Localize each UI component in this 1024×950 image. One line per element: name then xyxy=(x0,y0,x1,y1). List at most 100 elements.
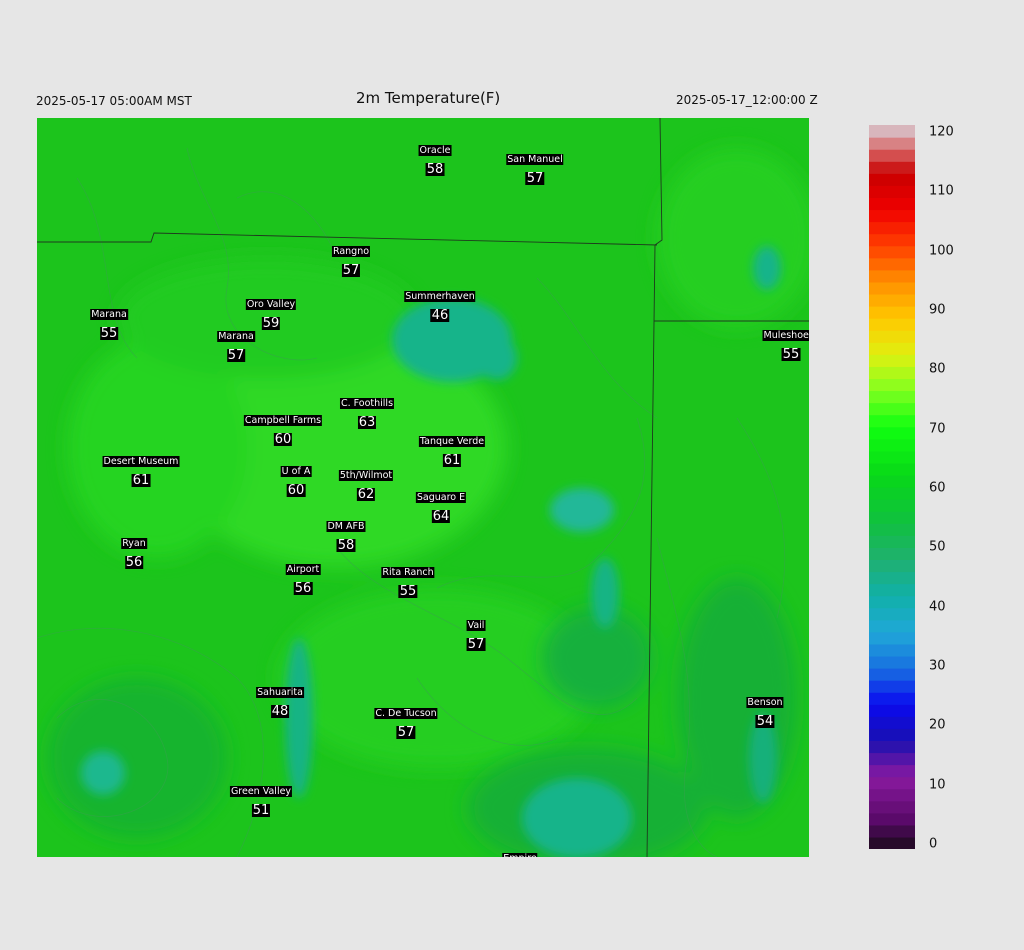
station-name: Campbell Farms xyxy=(243,415,323,426)
color-band xyxy=(869,245,915,259)
station-marker: Vail 57 xyxy=(466,613,486,651)
color-band xyxy=(869,450,915,464)
color-band xyxy=(869,487,915,500)
station-name: Oracle xyxy=(418,145,452,156)
station-name: Tanque Verde xyxy=(418,436,486,447)
color-band xyxy=(869,800,915,814)
station-temperature: 63 xyxy=(357,415,377,430)
station-marker: C. De Tucson 57 xyxy=(374,701,438,740)
color-band xyxy=(869,776,915,790)
color-band xyxy=(869,764,915,778)
color-band xyxy=(869,692,915,705)
color-scale-tick-label: 10 xyxy=(929,777,946,793)
color-scale-tick-label: 60 xyxy=(929,480,946,496)
station-temperature: 60 xyxy=(273,432,293,447)
station-temperature: 55 xyxy=(398,584,418,599)
station-marker: C. Foothills 63 xyxy=(339,391,395,430)
station-marker: U of A 60 xyxy=(280,459,312,498)
station-marker: Rita Ranch 55 xyxy=(381,560,435,599)
station-name: Vail xyxy=(466,620,486,631)
station-temperature: 59 xyxy=(261,316,281,331)
color-band xyxy=(869,233,915,247)
color-band xyxy=(869,824,915,838)
color-band xyxy=(869,306,915,319)
station-marker: Benson 54 xyxy=(746,690,784,728)
color-band xyxy=(869,137,915,150)
color-band xyxy=(869,752,915,766)
color-band xyxy=(869,125,915,138)
station-name: C. Foothills xyxy=(339,398,395,409)
station-name: Oro Valley xyxy=(245,299,297,310)
color-band xyxy=(869,293,915,307)
color-band xyxy=(869,185,915,198)
color-band xyxy=(869,836,915,849)
station-temperature: 61 xyxy=(442,453,462,468)
station-marker: Saguaro E 64 xyxy=(415,485,467,524)
station-temperature: 56 xyxy=(293,581,313,596)
station-marker: Summerhaven 46 xyxy=(404,284,476,323)
color-band xyxy=(869,547,915,560)
color-band xyxy=(869,716,915,729)
station-name: C. De Tucson xyxy=(374,708,438,719)
color-band xyxy=(869,595,915,609)
station-marker: Rangno 57 xyxy=(331,239,371,278)
color-band xyxy=(869,173,915,186)
station-name: San Manuel xyxy=(506,154,564,165)
station-temperature: 57 xyxy=(226,348,246,363)
color-band xyxy=(869,390,915,404)
station-temperature: 57 xyxy=(525,171,545,186)
color-band xyxy=(869,655,915,669)
station-temperature: 57 xyxy=(341,263,361,278)
color-band xyxy=(869,269,915,283)
station-temperature: 62 xyxy=(356,487,376,502)
station-name: Green Valley xyxy=(229,786,293,797)
color-band xyxy=(869,788,915,802)
map-title: 2m Temperature(F) xyxy=(356,89,501,107)
station-name: Marana xyxy=(90,309,128,320)
station-temperature: 61 xyxy=(131,473,151,488)
color-band xyxy=(869,607,915,621)
station-temperature: 58 xyxy=(336,538,356,553)
station-temperature: 57 xyxy=(396,725,416,740)
color-band xyxy=(869,197,915,211)
station-name: Ryan xyxy=(121,538,147,549)
color-band xyxy=(869,740,915,754)
station-marker: Marana 57 xyxy=(217,324,255,362)
color-scale-tick-label: 100 xyxy=(929,243,954,259)
color-band xyxy=(869,257,915,271)
color-band xyxy=(869,366,915,379)
station-marker: 5th/Wilmot 62 xyxy=(338,463,394,502)
color-scale-tick-label: 70 xyxy=(929,421,946,437)
station-name: Empire xyxy=(502,853,538,857)
station-temperature: 55 xyxy=(99,326,119,341)
color-band xyxy=(869,559,915,573)
color-scale-tick-label: 120 xyxy=(929,124,954,140)
color-scale-tick-label: 50 xyxy=(929,539,946,555)
color-scale-tick-label: 110 xyxy=(929,183,954,199)
color-band xyxy=(869,354,915,367)
color-band xyxy=(869,680,915,693)
station-name: Benson xyxy=(746,697,784,708)
color-band xyxy=(869,474,915,488)
station-name: Saguaro E xyxy=(415,492,467,503)
station-marker: Tanque Verde 61 xyxy=(418,429,486,468)
color-band xyxy=(869,668,915,681)
color-band xyxy=(869,342,915,355)
station-temperature: 48 xyxy=(270,704,290,719)
station-temperature: 64 xyxy=(431,509,451,524)
temperature-map: Oracle 58 San Manuel 57 Rangno 57 Summerhaven 4… xyxy=(37,118,809,857)
station-name: Desert Museum xyxy=(102,456,180,467)
station-name: Summerhaven xyxy=(404,291,476,302)
color-band xyxy=(869,161,915,174)
color-band xyxy=(869,728,915,741)
color-scale-tick-label: 80 xyxy=(929,361,946,377)
color-band xyxy=(869,571,915,585)
station-temperature: 46 xyxy=(430,308,450,323)
station-temperature: 60 xyxy=(286,483,306,498)
color-band xyxy=(869,281,915,295)
station-marker: Muleshoe R 55 xyxy=(762,323,809,361)
color-band xyxy=(869,523,915,536)
color-scale-bar xyxy=(869,125,915,849)
color-band xyxy=(869,511,915,524)
color-scale-tick-label: 30 xyxy=(929,658,946,674)
